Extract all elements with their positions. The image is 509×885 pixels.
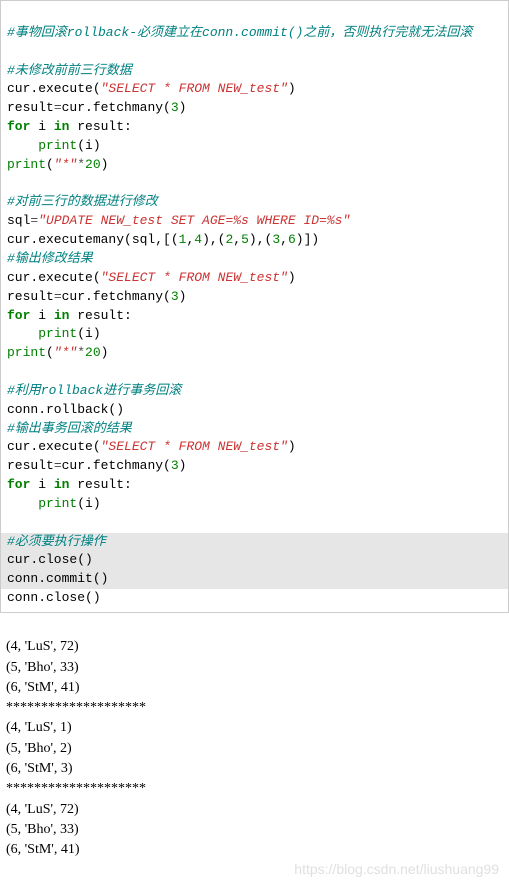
output-row: (4, 'LuS', 1) — [6, 720, 72, 735]
op: = — [54, 100, 62, 115]
code: ) — [179, 100, 187, 115]
output-separator: ******************** — [6, 781, 146, 796]
code: ) — [179, 458, 187, 473]
number: 5 — [241, 232, 249, 247]
code: conn.rollback() — [7, 402, 124, 417]
output-row: (4, 'LuS', 72) — [6, 802, 79, 817]
code: cur.executemany(sql,[( — [7, 232, 179, 247]
number: 20 — [85, 157, 101, 172]
code: ( — [46, 345, 54, 360]
code: ) — [101, 157, 109, 172]
code: )]) — [296, 232, 319, 247]
number: 3 — [171, 100, 179, 115]
builtin: print — [38, 138, 77, 153]
code: cur.execute( — [7, 270, 101, 285]
code — [7, 138, 38, 153]
code: result — [7, 458, 54, 473]
op: * — [77, 157, 85, 172]
code: result: — [69, 119, 131, 134]
op: * — [77, 345, 85, 360]
keyword: for — [7, 119, 30, 134]
string: "*" — [54, 157, 77, 172]
comment: #输出修改结果 — [7, 251, 93, 266]
code: , — [233, 232, 241, 247]
code: (i) — [77, 138, 100, 153]
string: "SELECT * FROM NEW_test" — [101, 81, 288, 96]
number: 4 — [194, 232, 202, 247]
keyword: in — [54, 119, 70, 134]
output-block: (4, 'LuS', 72) (5, 'Bho', 33) (6, 'StM',… — [0, 613, 509, 885]
output-row: (4, 'LuS', 72) — [6, 639, 79, 654]
code: i — [30, 119, 53, 134]
string: "SELECT * FROM NEW_test" — [101, 270, 288, 285]
highlighted-line: cur.close() — [1, 551, 508, 570]
code: result — [7, 100, 54, 115]
code: conn.close() — [7, 590, 101, 605]
code: sql — [7, 213, 30, 228]
number: 3 — [272, 232, 280, 247]
number: 3 — [171, 289, 179, 304]
code: cur.fetchmany( — [62, 458, 171, 473]
number: 20 — [85, 345, 101, 360]
code: cur.fetchmany( — [62, 100, 171, 115]
code: ) — [288, 439, 296, 454]
code: result: — [69, 477, 131, 492]
number: 3 — [171, 458, 179, 473]
code: cur.execute( — [7, 439, 101, 454]
highlighted-line: conn.commit() — [1, 570, 508, 589]
string: "UPDATE NEW_test SET AGE=%s WHERE ID=%s" — [38, 213, 350, 228]
code — [7, 496, 38, 511]
output-row: (6, 'StM', 41) — [6, 842, 80, 857]
output-separator: ******************** — [6, 700, 146, 715]
comment: #事物回滚rollback-必须建立在conn.commit()之前，否则执行完… — [7, 25, 472, 40]
output-row: (5, 'Bho', 2) — [6, 741, 72, 756]
code: ( — [46, 157, 54, 172]
comment: #输出事务回滚的结果 — [7, 421, 132, 436]
op: = — [54, 458, 62, 473]
string: "SELECT * FROM NEW_test" — [101, 439, 288, 454]
output-row: (5, 'Bho', 33) — [6, 822, 79, 837]
code: (i) — [77, 496, 100, 511]
keyword: for — [7, 477, 30, 492]
code: (i) — [77, 326, 100, 341]
keyword: for — [7, 308, 30, 323]
code: ) — [288, 270, 296, 285]
output-row: (5, 'Bho', 33) — [6, 660, 79, 675]
code: ) — [101, 345, 109, 360]
code: i — [30, 308, 53, 323]
code-block: #事物回滚rollback-必须建立在conn.commit()之前，否则执行完… — [0, 0, 509, 613]
code: ) — [288, 81, 296, 96]
watermark: https://blog.csdn.net/liushuang99 — [294, 859, 499, 879]
code: cur.close() — [7, 552, 93, 567]
code: ) — [179, 289, 187, 304]
comment: #必须要执行操作 — [7, 534, 106, 549]
builtin: print — [7, 345, 46, 360]
builtin: print — [38, 326, 77, 341]
comment: #对前三行的数据进行修改 — [7, 194, 158, 209]
output-row: (6, 'StM', 41) — [6, 680, 80, 695]
comment: #未修改前前三行数据 — [7, 63, 132, 78]
code — [7, 326, 38, 341]
comment: #利用rollback进行事务回滚 — [7, 383, 181, 398]
output-row: (6, 'StM', 3) — [6, 761, 73, 776]
code: cur.fetchmany( — [62, 289, 171, 304]
highlighted-line: #必须要执行操作 — [1, 533, 508, 552]
code: , — [280, 232, 288, 247]
code: ),( — [202, 232, 225, 247]
code: ),( — [249, 232, 272, 247]
code: result — [7, 289, 54, 304]
builtin: print — [7, 157, 46, 172]
string: "*" — [54, 345, 77, 360]
keyword: in — [54, 308, 70, 323]
code: result: — [69, 308, 131, 323]
code: i — [30, 477, 53, 492]
keyword: in — [54, 477, 70, 492]
code: cur.execute( — [7, 81, 101, 96]
code: conn.commit() — [7, 571, 108, 586]
builtin: print — [38, 496, 77, 511]
number: 6 — [288, 232, 296, 247]
op: = — [54, 289, 62, 304]
